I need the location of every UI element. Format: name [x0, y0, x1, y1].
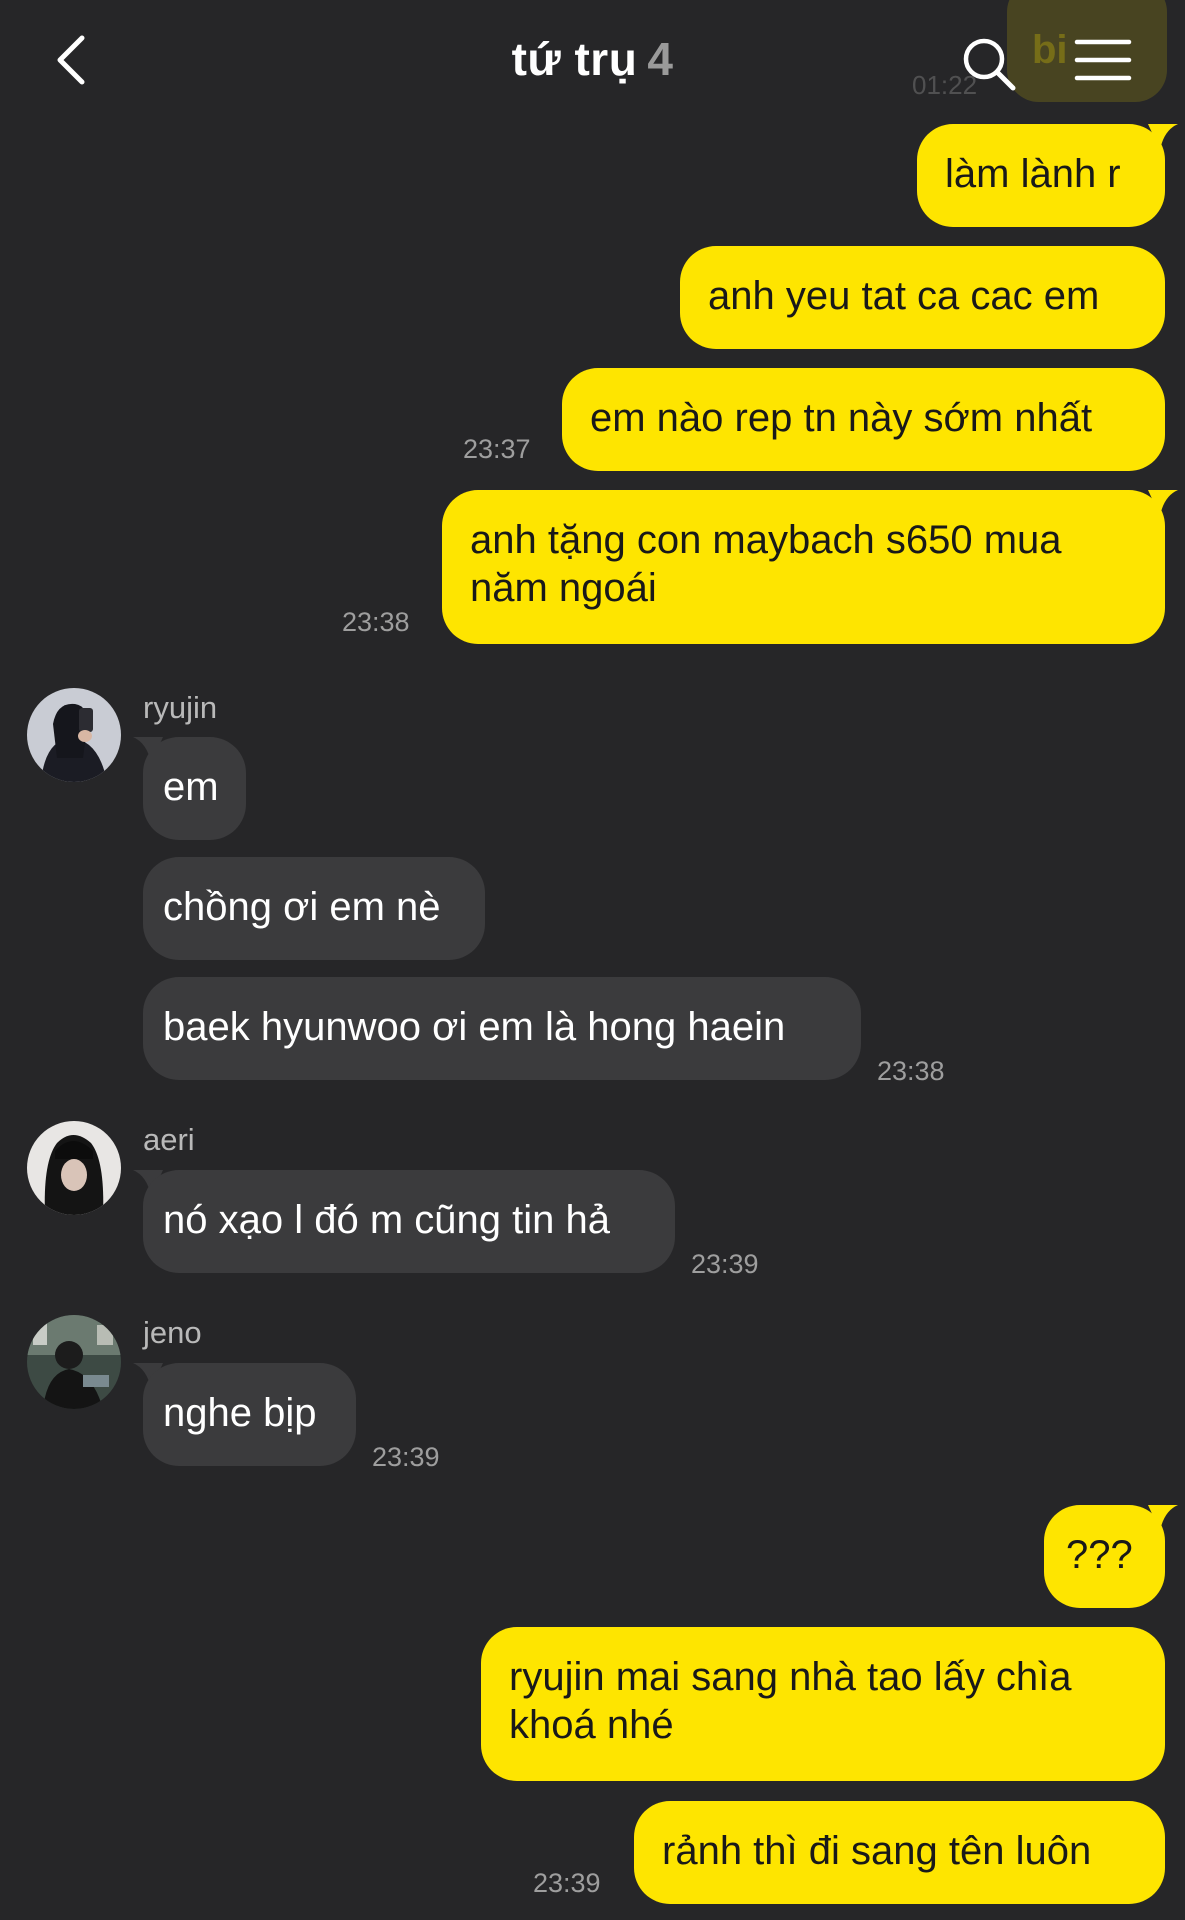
- message-text: em: [163, 765, 219, 809]
- message-text: nghe bịp: [163, 1391, 317, 1435]
- message-text: anh yeu tat ca cac em: [708, 274, 1100, 318]
- my-message-bubble[interactable]: anh yeu tat ca cac em: [680, 246, 1165, 349]
- message-time: 23:37: [463, 434, 531, 464]
- my-message-bubble[interactable]: rảnh thì đi sang tên luôn: [634, 1801, 1165, 1904]
- message-time: 23:38: [342, 607, 410, 637]
- chat-header: tứ trụ 4: [0, 0, 1185, 125]
- their-message-bubble[interactable]: nó xạo l đó m cũng tin hả: [143, 1170, 675, 1273]
- message-text: ???: [1066, 1533, 1133, 1577]
- member-count: 4: [647, 33, 674, 85]
- sender-name: ryujin: [143, 690, 218, 725]
- message-time: 23:39: [691, 1249, 759, 1279]
- my-message-bubble[interactable]: em nào rep tn này sớm nhất: [562, 368, 1165, 471]
- chat-screen: bi 01:22 tứ trụ 4 làm lành r anh yeu tat…: [0, 0, 1185, 1920]
- avatar-ryujin[interactable]: [27, 688, 121, 782]
- message-text: baek hyunwoo ơi em là hong haein: [163, 1005, 786, 1049]
- menu-icon[interactable]: [1067, 30, 1139, 90]
- message-text-line: anh tặng con maybach s650 mua: [470, 518, 1062, 562]
- my-message-bubble[interactable]: ???: [1044, 1505, 1165, 1608]
- sender-name: aeri: [143, 1122, 195, 1157]
- search-icon[interactable]: [955, 30, 1025, 100]
- their-message-bubble[interactable]: chồng ơi em nè: [143, 857, 485, 960]
- my-message-bubble[interactable]: anh tặng con maybach s650 mua năm ngoái: [442, 490, 1165, 644]
- message-text: nó xạo l đó m cũng tin hả: [163, 1198, 610, 1242]
- avatar-aeri[interactable]: [27, 1121, 121, 1215]
- my-message-bubble[interactable]: làm lành r: [917, 124, 1165, 227]
- avatar-jeno[interactable]: [27, 1315, 121, 1409]
- their-message-bubble[interactable]: em: [143, 737, 246, 840]
- their-message-bubble[interactable]: baek hyunwoo ơi em là hong haein: [143, 977, 861, 1080]
- message-text-line: ryujin mai sang nhà tao lấy chìa: [509, 1655, 1072, 1699]
- my-message-bubble[interactable]: ryujin mai sang nhà tao lấy chìa khoá nh…: [481, 1627, 1165, 1781]
- message-text: em nào rep tn này sớm nhất: [590, 396, 1093, 440]
- message-text: làm lành r: [945, 152, 1121, 196]
- sender-name: jeno: [143, 1315, 202, 1350]
- message-text-line: năm ngoái: [470, 566, 657, 610]
- their-message-bubble[interactable]: nghe bịp: [143, 1363, 356, 1466]
- message-text: rảnh thì đi sang tên luôn: [662, 1829, 1092, 1873]
- message-time: 23:39: [372, 1442, 440, 1472]
- message-time: 23:38: [877, 1056, 945, 1086]
- message-text: chồng ơi em nè: [163, 885, 441, 929]
- message-text-line: khoá nhé: [509, 1703, 674, 1747]
- chat-name: tứ trụ: [511, 33, 638, 85]
- message-time: 23:39: [533, 1868, 601, 1898]
